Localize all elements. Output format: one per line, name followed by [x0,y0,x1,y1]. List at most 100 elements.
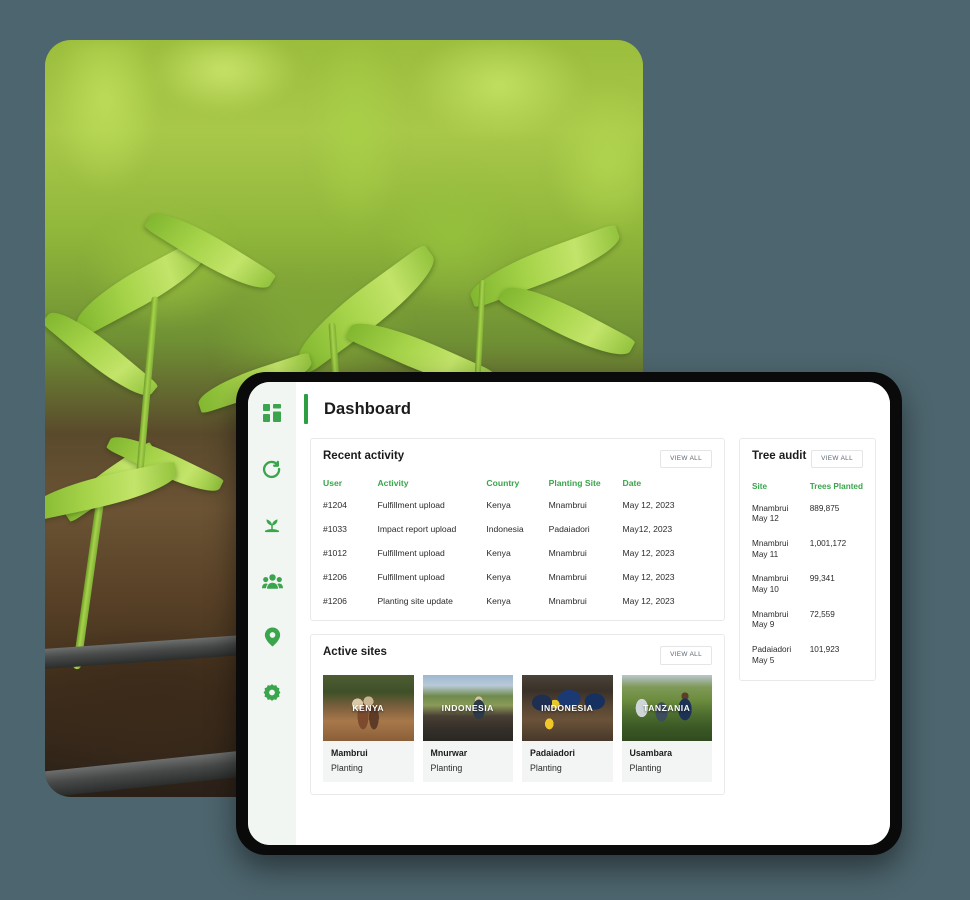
site-country-label: TANZANIA [643,702,691,713]
site-name: Usambara [629,747,673,758]
site-photo: TANZANIA [621,674,712,741]
cell-country: Kenya [486,500,511,511]
tablet-device-frame: Dashboard Recent activity VIEW ALL User … [236,372,902,855]
active-sites-grid: KENYA Mambrui Planting INDONESIA Mnurwar… [323,674,712,782]
site-country-label: INDONESIA [441,702,494,713]
site-name: Mambrui [331,747,368,758]
cell-date: May 12, 2023 [622,596,675,607]
recent-activity-header: Recent activity VIEW ALL [323,450,712,469]
site-status: Planting [530,762,562,773]
cell-user: #1012 [323,548,347,559]
cell-site: Mnambrui May 12 [752,504,810,539]
cell-user: #1033 [323,524,347,535]
page-header: Dashboard [304,394,876,424]
table-row[interactable]: #1012 Fulfillment upload Kenya Mnambrui … [323,548,712,572]
cell-country: Kenya [486,596,511,607]
cell-activity: Fulfillment upload [377,500,445,511]
table-header-row: User Activity Country Planting Site Date [323,478,712,500]
right-column: Tree audit VIEW ALL Site Trees Planted M… [739,438,876,682]
cell-site: Mnambrui [548,596,587,607]
active-sites-view-all-button[interactable]: VIEW ALL [660,646,712,665]
audit-site-date: May 5 [752,655,775,665]
page-title: Dashboard [324,399,412,418]
cell-site: Mnambrui May 10 [752,574,810,609]
table-row[interactable]: Mnambrui May 9 72,559 [752,610,863,645]
cell-date: May 12, 2023 [622,500,675,511]
site-photo: KENYA [323,674,414,741]
content-columns: Recent activity VIEW ALL User Activity C… [310,438,876,795]
cell-user: #1204 [323,500,347,511]
sidebar-item-dashboard[interactable] [257,398,287,428]
cell-activity: Fulfillment upload [377,548,445,559]
table-row[interactable]: Mnambrui May 12 889,875 [752,504,863,539]
site-country-label: INDONESIA [541,702,594,713]
tree-audit-card: Tree audit VIEW ALL Site Trees Planted M… [739,438,876,682]
site-card[interactable]: INDONESIA Padaiadori Planting [522,674,613,782]
cell-country: Kenya [486,572,511,583]
site-name: Mnurwar [430,747,468,758]
cell-site: Mnambrui [548,548,587,559]
recent-activity-card: Recent activity VIEW ALL User Activity C… [310,438,725,622]
cell-date: May12, 2023 [622,524,673,535]
sidebar-item-sites[interactable] [257,622,287,652]
column-header-activity: Activity [377,478,409,489]
table-row[interactable]: Mnambrui May 11 1,001,172 [752,539,863,574]
tree-audit-table: Site Trees Planted Mnambrui May 12 889,87… [752,478,863,668]
cell-activity: Planting site update [377,596,453,607]
audit-site-name: Mnambrui [752,538,789,548]
cell-trees: 99,341 [809,574,835,584]
table-row[interactable]: #1033 Impact report upload Indonesia Pad… [323,524,712,548]
site-meta: Padaiadori Planting [522,740,613,782]
column-header-country: Country [486,478,520,489]
column-header-trees-planted: Trees Planted [809,482,863,492]
cell-trees: 72,559 [809,609,835,619]
active-nav-indicator [304,394,308,424]
audit-site-date: May 9 [752,620,775,630]
table-row[interactable]: Padaiadori May 5 101,923 [752,645,863,668]
tree-audit-title: Tree audit [752,450,807,462]
column-header-user: User [323,478,343,489]
site-name: Padaiadori [530,747,575,758]
column-header-date: Date [622,478,642,489]
sidebar-item-planting[interactable] [257,510,287,540]
table-row[interactable]: #1206 Planting site update Kenya Mnambru… [323,596,712,608]
site-country-label: KENYA [352,702,385,713]
recent-activity-table: User Activity Country Planting Site Date… [323,478,712,608]
audit-site-name: Mnambrui [752,574,789,584]
audit-site-name: Mnambrui [752,503,789,513]
active-sites-title: Active sites [323,646,387,659]
site-card[interactable]: TANZANIA Usambara Planting [621,674,712,782]
site-meta: Usambara Planting [621,740,712,782]
sidebar-item-settings[interactable] [257,678,287,708]
site-meta: Mnurwar Planting [422,740,513,782]
location-pin-icon [264,627,281,647]
seedling-icon [262,515,282,535]
active-sites-header: Active sites VIEW ALL [323,646,712,665]
audit-site-name: Mnambrui [752,609,789,619]
cell-date: May 12, 2023 [622,572,675,583]
tree-audit-view-all-button[interactable]: VIEW ALL [811,450,863,469]
cell-user: #1206 [323,572,347,583]
cell-activity: Fulfillment upload [377,572,445,583]
audit-site-date: May 11 [752,549,779,559]
sidebar-item-teams[interactable] [257,566,287,596]
site-card[interactable]: INDONESIA Mnurwar Planting [422,674,513,782]
sidebar-item-cycle[interactable] [257,454,287,484]
table-row[interactable]: Mnambrui May 10 99,341 [752,574,863,609]
people-group-icon [261,571,283,592]
table-header-row: Site Trees Planted [752,478,863,503]
site-card[interactable]: KENYA Mambrui Planting [323,674,414,782]
cell-country: Kenya [486,548,511,559]
cell-trees: 889,875 [809,503,840,513]
cell-site: Mnambrui May 9 [752,610,810,645]
cell-site: Padaiadori May 5 [752,645,810,668]
column-header-site: Site [752,482,768,492]
cell-user: #1206 [323,596,347,607]
recent-activity-view-all-button[interactable]: VIEW ALL [660,450,712,469]
cell-activity: Impact report upload [377,524,457,535]
table-row[interactable]: #1206 Fulfillment upload Kenya Mnambrui … [323,572,712,596]
table-row[interactable]: #1204 Fulfillment upload Kenya Mnambrui … [323,500,712,524]
tablet-screen: Dashboard Recent activity VIEW ALL User … [248,382,890,845]
column-header-planting-site: Planting Site [548,478,601,489]
cell-site: Mnambrui May 11 [752,539,810,574]
